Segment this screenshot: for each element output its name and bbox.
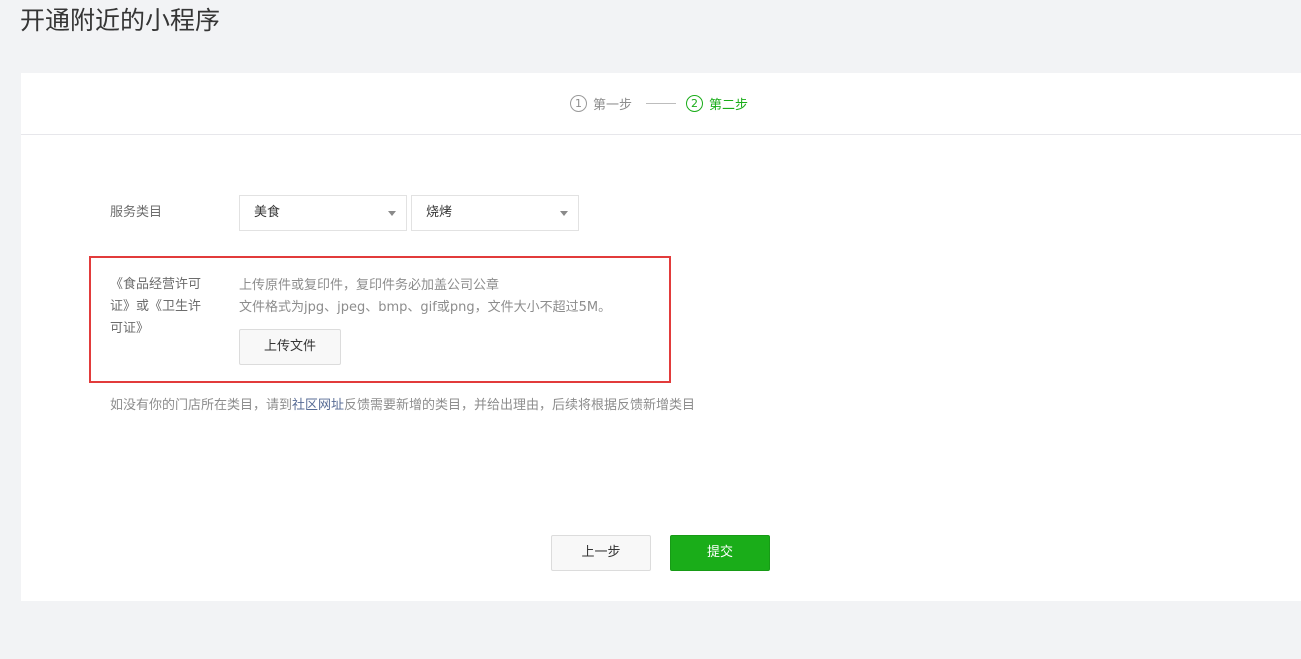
upload-tip-2: 文件格式为jpg、jpeg、bmp、gif或png，文件大小不超过5M。 [239,300,612,315]
category-hint: 如没有你的门店所在类目，请到社区网址反馈需要新增的类目，并给出理由，后续将根据反… [110,395,695,417]
prev-step-button[interactable]: 上一步 [551,535,651,571]
category-label: 服务类目 [110,205,163,220]
chevron-down-icon [560,211,568,216]
community-link[interactable]: 社区网址 [292,398,344,413]
main-card: 1 第一步 2 第二步 服务类目 美食 烧烤 《食品经营许可 证》或《卫生许 可… [21,73,1301,601]
license-label-line-3: 可证》 [110,321,150,336]
upload-tip-1: 上传原件或复印件，复印件务必加盖公司公章 [239,278,500,293]
step-2-label: 第二步 [709,97,749,113]
step-1-number-icon: 1 [570,94,587,112]
hint-suffix: 反馈需要新增的类目，并给出理由，后续将根据反馈新增类目 [344,398,696,413]
chevron-down-icon [388,211,396,216]
license-label-line-1: 《食品经营许可 [110,277,202,292]
step-2: 2 第二步 [686,93,748,113]
steps-bar: 1 第一步 2 第二步 [21,73,1301,135]
license-label: 《食品经营许可 证》或《卫生许 可证》 [110,274,220,340]
page-title: 开通附近的小程序 [20,6,221,35]
category-secondary-value: 烧烤 [426,205,453,220]
step-1: 1 第一步 [570,93,632,113]
license-label-line-2: 证》或《卫生许 [110,299,202,314]
category-secondary-select[interactable]: 烧烤 [411,195,579,231]
category-primary-value: 美食 [254,205,281,220]
step-2-number-icon: 2 [686,94,703,112]
hint-prefix: 如没有你的门店所在类目，请到 [110,398,293,413]
step-divider [646,103,676,104]
category-primary-select[interactable]: 美食 [239,195,407,231]
submit-button[interactable]: 提交 [670,535,770,571]
upload-file-button[interactable]: 上传文件 [239,329,341,365]
step-1-label: 第一步 [593,97,633,113]
